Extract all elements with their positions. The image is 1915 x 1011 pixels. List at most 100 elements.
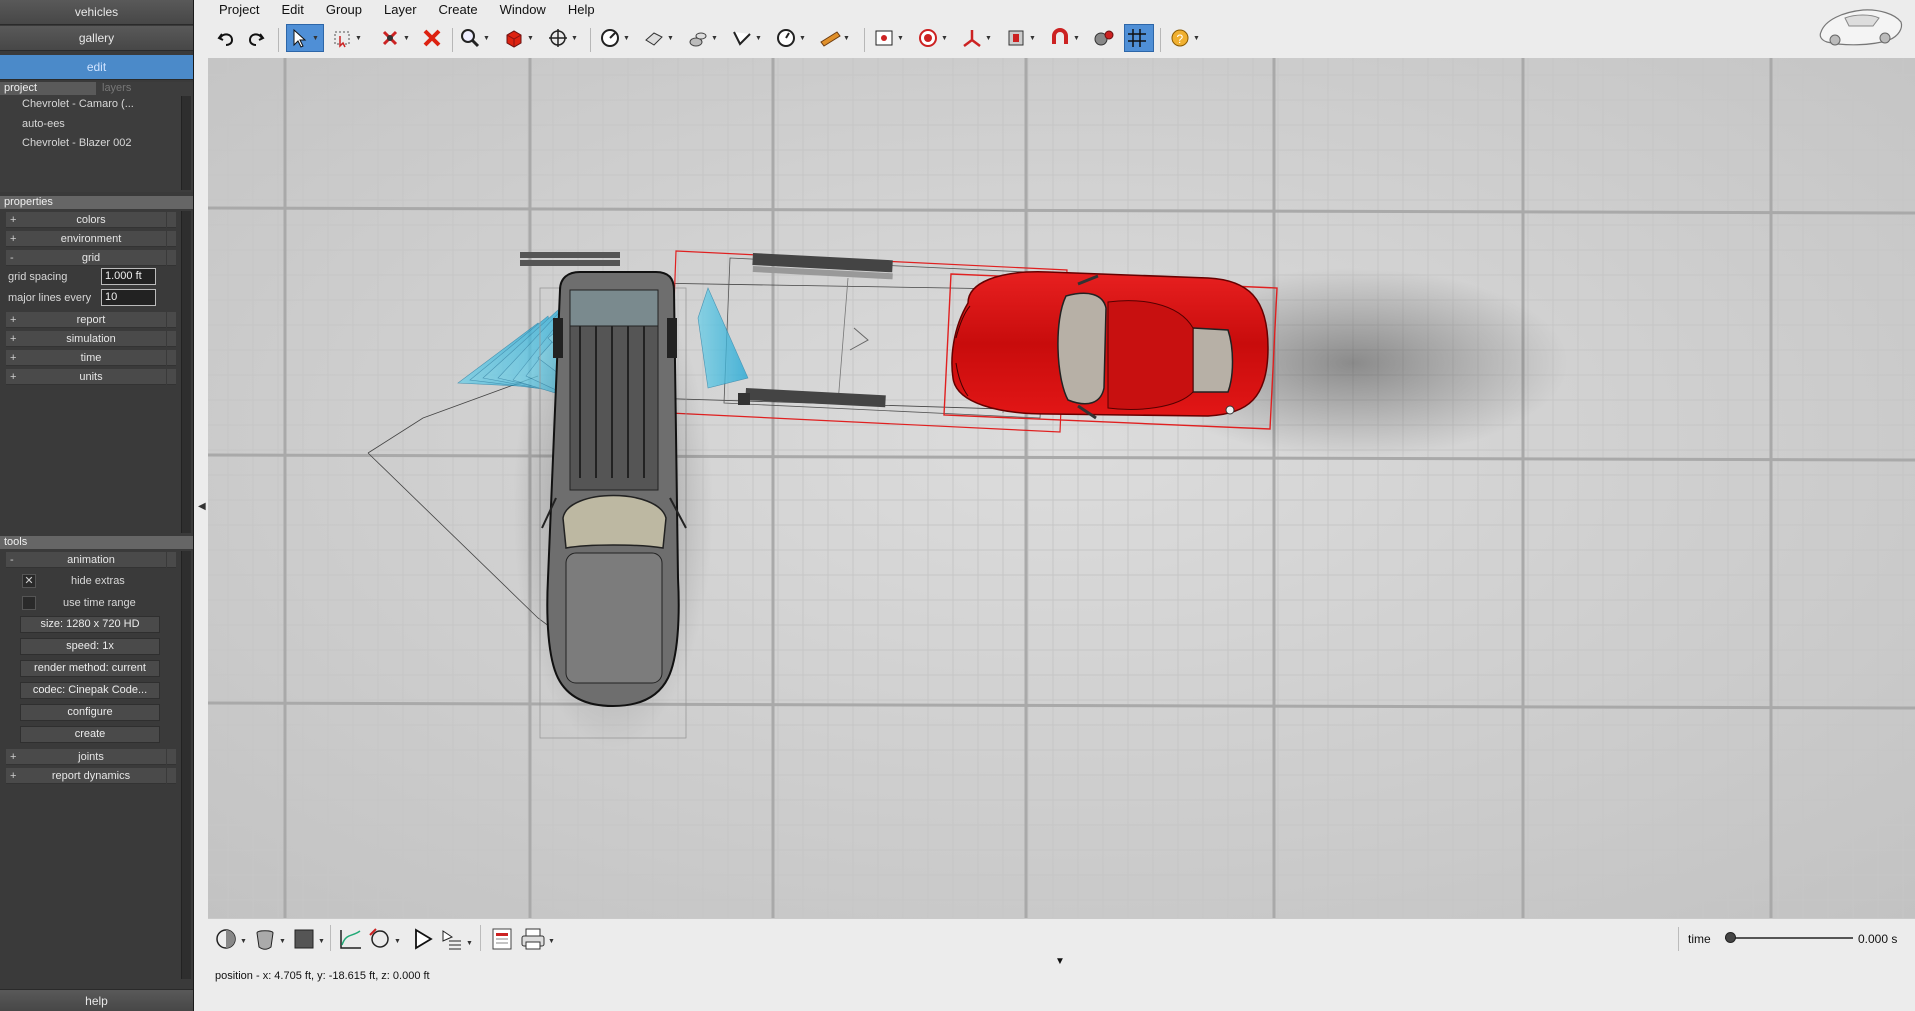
tools-animation[interactable]: - animation (6, 552, 176, 568)
target-icon (916, 26, 940, 50)
camera-icon (872, 26, 896, 50)
tab-project[interactable]: project (0, 82, 96, 95)
properties-units[interactable]: + units (6, 369, 176, 385)
help-tool-button[interactable]: ? ▼ (1168, 24, 1206, 52)
expand-timeline-icon[interactable]: ▼ (1055, 956, 1065, 967)
time-slider[interactable] (1725, 937, 1853, 939)
list-item[interactable]: Chevrolet - Blazer 002 (22, 137, 131, 149)
3d-viewport[interactable] (208, 58, 1915, 918)
report-button[interactable] (490, 927, 514, 954)
camera-button[interactable]: ▼ (872, 24, 910, 52)
edit-button[interactable]: edit (0, 55, 193, 80)
menu-create[interactable]: Create (428, 0, 489, 20)
path-button[interactable]: ▼ (368, 927, 402, 954)
blazer-vehicle[interactable] (513, 268, 713, 748)
ruler-button[interactable]: ▼ (818, 24, 856, 52)
graph-button[interactable] (338, 927, 364, 954)
hide-extras-label: hide extras (71, 575, 125, 587)
menu-group[interactable]: Group (315, 0, 373, 20)
shading-button[interactable]: ▼ (214, 927, 248, 954)
menu-window[interactable]: Window (489, 0, 557, 20)
cube-button[interactable]: ▼ (502, 24, 540, 52)
delete-node-button[interactable]: ▼ (378, 24, 416, 52)
menu-edit[interactable]: Edit (270, 0, 314, 20)
gauge-button[interactable]: ▼ (774, 24, 812, 52)
properties-scrollbar[interactable] (181, 211, 191, 533)
menu-help[interactable]: Help (557, 0, 606, 20)
speed-button[interactable]: speed: 1x (20, 638, 160, 655)
tools-joints[interactable]: + joints (6, 749, 176, 765)
light-icon (686, 26, 710, 50)
grid-spacing-input[interactable]: 1.000 ft (101, 268, 156, 285)
vehicles-button[interactable]: vehicles (0, 0, 193, 25)
grid-icon (1125, 26, 1149, 50)
magnet-icon (1048, 26, 1072, 50)
keyframe-button[interactable]: ▼ (440, 927, 474, 954)
tools-report-dynamics[interactable]: + report dynamics (6, 768, 176, 784)
tab-layers[interactable]: layers (98, 82, 192, 95)
properties-environment[interactable]: + environment (6, 231, 176, 247)
units-label: units (79, 371, 103, 383)
material-button[interactable]: ▼ (253, 927, 287, 954)
expand-icon: + (10, 214, 17, 226)
help-button[interactable]: help (0, 989, 193, 1011)
play-button[interactable] (410, 927, 436, 954)
time-slider-handle[interactable] (1725, 932, 1736, 943)
color-fill-button[interactable]: ▼ (292, 927, 326, 954)
left-panel: vehicles gallery edit project layers Che… (0, 0, 194, 1011)
measure-button[interactable]: ▼ (598, 24, 636, 52)
target-button[interactable]: ▼ (916, 24, 954, 52)
help-icon: ? (1168, 26, 1192, 50)
list-item[interactable]: auto-ees (22, 118, 65, 130)
project-scrollbar[interactable] (181, 96, 191, 190)
properties-grid[interactable]: - grid (6, 250, 176, 266)
menu-bar: Project Edit Group Layer Create Window H… (208, 0, 1108, 20)
use-time-range-checkbox[interactable] (22, 596, 36, 610)
delete-node-icon (378, 26, 402, 50)
properties-report[interactable]: + report (6, 312, 176, 328)
configure-button[interactable]: configure (20, 704, 160, 721)
colors-label: colors (76, 214, 106, 226)
collapse-panel-icon[interactable]: ◀ (198, 500, 206, 514)
expand-icon: + (10, 333, 17, 345)
animation-label: animation (67, 554, 115, 566)
grid-toggle-button[interactable] (1124, 24, 1154, 52)
codec-button[interactable]: codec: Cinepak Code... (20, 682, 160, 699)
properties-time[interactable]: + time (6, 350, 176, 366)
gallery-button[interactable]: gallery (0, 26, 193, 51)
select-button[interactable]: ▼ (286, 24, 324, 52)
ground-plane (208, 58, 1915, 918)
report-label: report (76, 314, 106, 326)
delete-button[interactable] (420, 24, 448, 52)
menu-project[interactable]: Project (208, 0, 270, 20)
render-method-button[interactable]: render method: current (20, 660, 160, 677)
svg-text:?: ? (1177, 32, 1184, 46)
axis-button[interactable]: ▼ (960, 24, 998, 52)
light-button[interactable]: ▼ (686, 24, 724, 52)
settings-button[interactable] (1092, 24, 1120, 52)
undo-button[interactable] (214, 24, 242, 52)
properties-simulation[interactable]: + simulation (6, 331, 176, 347)
bottom-toolbar: ▼ ▼ ▼ ▼ ▼ ▼ time 0.000 s (208, 918, 1915, 958)
list-item[interactable]: Chevrolet - Camaro (... (22, 98, 134, 110)
menu-layer[interactable]: Layer (373, 0, 428, 20)
size-button[interactable]: size: 1280 x 720 HD (20, 616, 160, 633)
tools-scrollbar[interactable] (181, 551, 191, 979)
camaro-vehicle[interactable] (943, 271, 1278, 430)
move-button[interactable]: ▼ (546, 24, 584, 52)
ruler-icon (818, 26, 842, 50)
select-box-button[interactable]: ▼ (330, 24, 368, 52)
surface-button[interactable]: ▼ (642, 24, 680, 52)
properties-colors[interactable]: + colors (6, 212, 176, 228)
collapse-icon: - (10, 554, 14, 566)
redo-button[interactable] (244, 24, 272, 52)
print-button[interactable]: ▼ (520, 927, 556, 954)
skid-button[interactable]: ▼ (730, 24, 768, 52)
major-lines-input[interactable]: 10 (101, 289, 156, 306)
create-button[interactable]: create (20, 726, 160, 743)
svg-text:▼: ▼ (240, 938, 247, 945)
magnet-button[interactable]: ▼ (1048, 24, 1086, 52)
zoom-button[interactable]: ▼ (458, 24, 496, 52)
render-button[interactable]: ▼ (1004, 24, 1042, 52)
hide-extras-checkbox[interactable]: ✕ (22, 574, 36, 588)
